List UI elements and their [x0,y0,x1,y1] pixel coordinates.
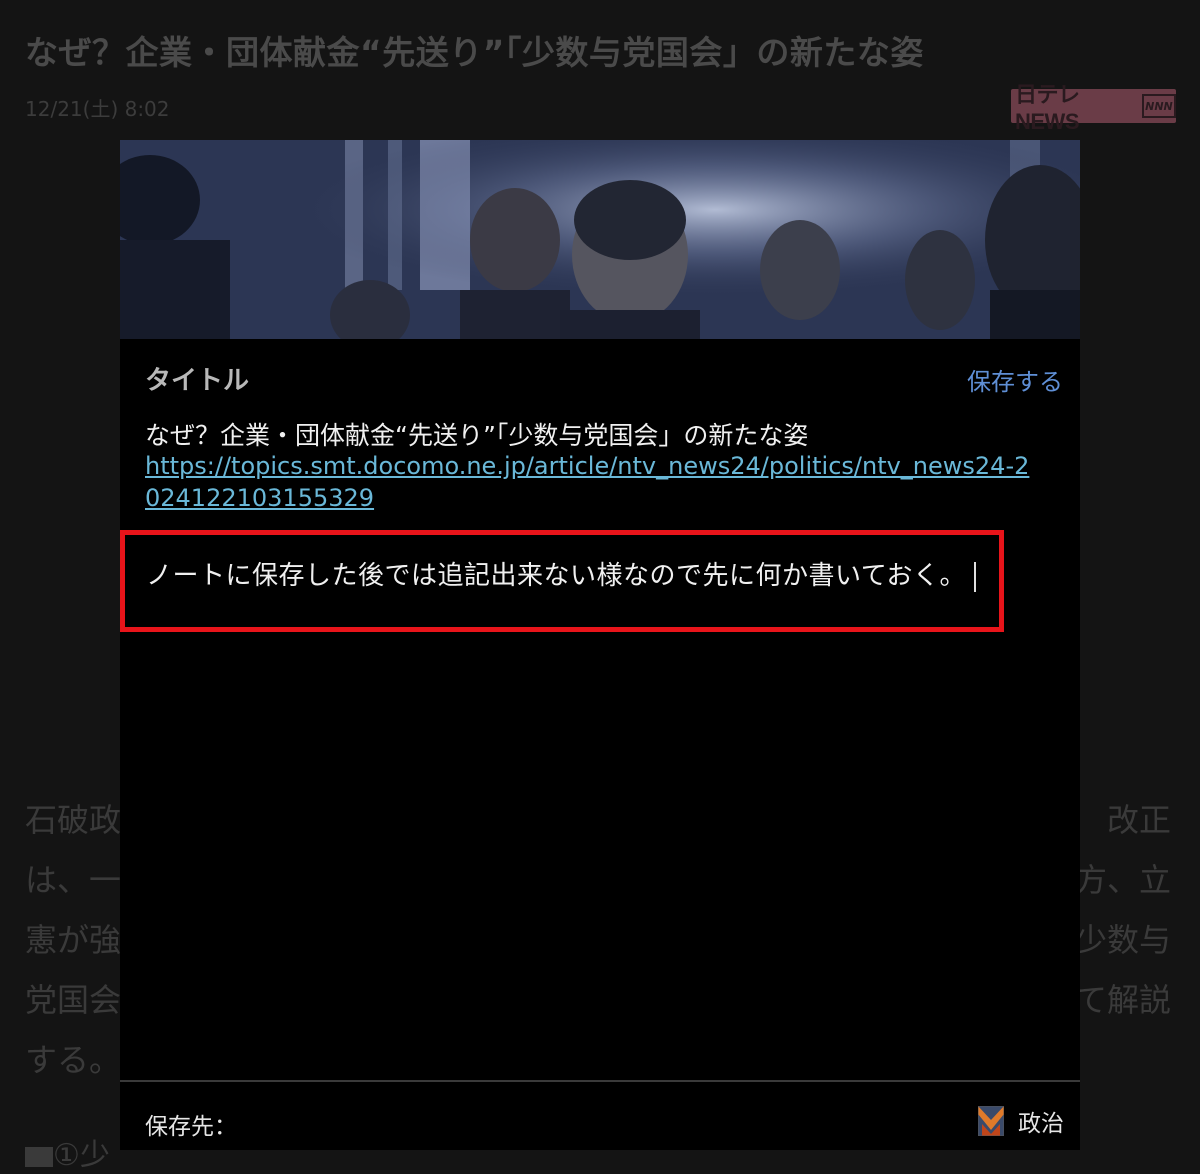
thumbnail-photo [120,140,1080,339]
source-logo: 日テレNEWS NNN [1011,82,1176,134]
footer-divider [120,1080,1080,1082]
note-title: なぜ？企業・団体献金“先送り”「少数与党国会」の新たな姿 [145,421,809,450]
source-logo-badge: NNN [1141,94,1176,118]
note-body-text: ノートに保存した後では追記出来ない様なので先に何か書いておく。 [146,561,966,591]
destination-folder-selector[interactable]: 政治 [978,1104,1064,1138]
note-body-input[interactable]: ノートに保存した後では追記出来ない様なので先に何か書いておく。 [120,530,1004,632]
save-button[interactable]: 保存する [967,362,1063,397]
destination-folder-name: 政治 [1018,1111,1064,1137]
note-body-value[interactable]: ノートに保存した後では追記出来ない様なので先に何か書いておく。 [146,555,976,592]
destination-label: 保存先： [145,1114,237,1140]
article-date: 12/21(土) 8:02 [25,97,170,121]
notebook-icon [978,1106,1004,1136]
article-thumbnail [120,140,1080,339]
text-caret [973,561,976,592]
article-title: なぜ？企業・団体献金“先送り”「少数与党国会」の新たな姿 [25,33,924,72]
note-url-link[interactable]: https://topics.smt.docomo.ne.jp/article/… [145,450,1035,514]
source-logo-text: 日テレNEWS [1015,82,1080,134]
save-note-dialog: タイトル 保存する なぜ？企業・団体献金“先送り”「少数与党国会」の新たな姿 h… [120,140,1080,1150]
article-subheading: ①少 [25,1130,110,1174]
title-label: タイトル [145,366,250,396]
